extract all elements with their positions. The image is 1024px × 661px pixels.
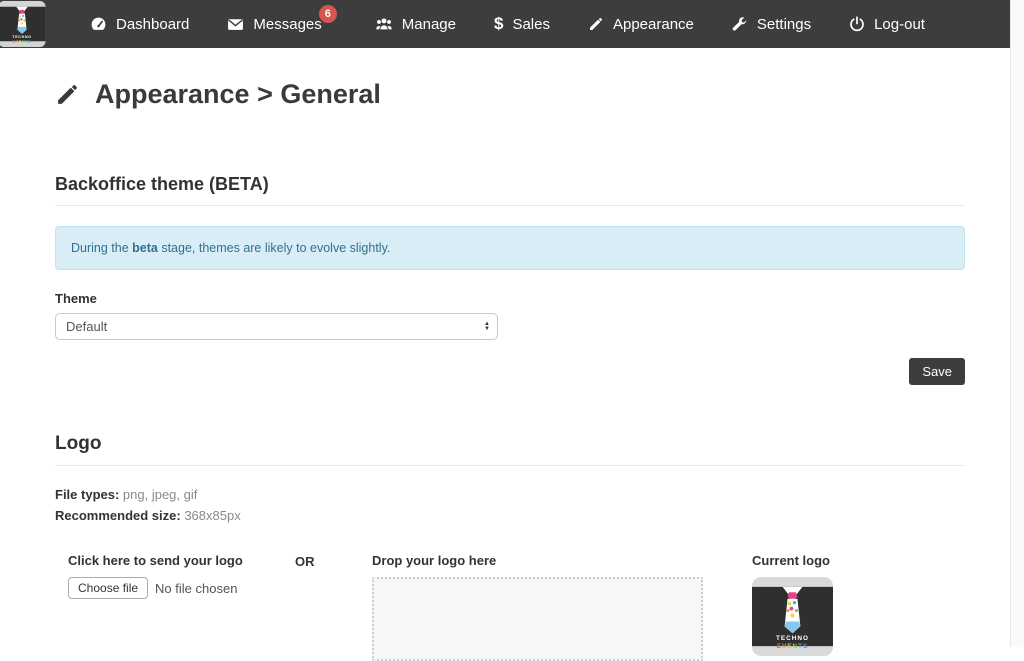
page-title: Appearance > General	[55, 79, 965, 110]
save-button[interactable]: Save	[909, 358, 965, 385]
file-types-line: File types: png, jpeg, gif	[55, 486, 965, 504]
drop-column: Drop your logo here	[372, 553, 703, 661]
nav-menu: Dashboard Messages 6	[71, 0, 944, 48]
drop-logo-label: Drop your logo here	[372, 553, 703, 568]
recommended-size-label: Recommended size:	[55, 508, 181, 523]
file-types-value: png, jpeg, gif	[119, 487, 197, 502]
users-icon	[375, 16, 393, 33]
pencil-icon	[588, 16, 604, 32]
nav-item-messages[interactable]: Messages 6	[208, 0, 355, 48]
nav-item-logout[interactable]: Log-out	[830, 0, 944, 48]
nav-item-sales[interactable]: $ Sales	[475, 0, 569, 48]
theme-select-wrap: Default ▲ ▼	[55, 313, 498, 340]
nav-label: Log-out	[874, 16, 925, 33]
theme-select[interactable]: Default	[55, 313, 498, 340]
nav-label: Sales	[512, 16, 550, 33]
upload-column: Click here to send your logo Choose file…	[68, 553, 295, 599]
logo-section-heading: Logo	[55, 433, 965, 455]
section-divider	[55, 465, 965, 466]
file-chosen-status: No file chosen	[155, 581, 237, 596]
nav-item-manage[interactable]: Manage	[356, 0, 475, 48]
dollar-icon: $	[494, 14, 503, 34]
nav-label: Messages	[253, 16, 321, 33]
nav-label: Dashboard	[116, 16, 189, 33]
nav-item-appearance[interactable]: Appearance	[569, 0, 713, 48]
techno-events-logo-icon: TECHNO EVENTS	[0, 1, 47, 47]
nav-item-dashboard[interactable]: Dashboard	[71, 0, 208, 48]
recommended-size-value: 368x85px	[181, 508, 241, 523]
logo-text-events: EVENTS	[13, 39, 31, 43]
dashboard-icon	[90, 16, 107, 33]
logo-dropzone[interactable]	[372, 577, 703, 661]
recommended-size-line: Recommended size: 368x85px	[55, 507, 965, 525]
current-logo-label: Current logo	[752, 553, 833, 568]
theme-field-label: Theme	[55, 291, 965, 306]
alert-text-prefix: During the	[71, 241, 132, 255]
messages-count-badge: 6	[319, 5, 337, 23]
beta-info-alert: During the beta stage, themes are likely…	[55, 226, 965, 270]
file-input-row: Choose file No file chosen	[68, 577, 295, 599]
main-content: Appearance > General Backoffice theme (B…	[55, 79, 965, 661]
power-icon	[849, 16, 865, 32]
nav-label: Appearance	[613, 16, 694, 33]
nav-label: Manage	[402, 16, 456, 33]
current-logo-image: TECHNO EVENTS	[752, 577, 833, 656]
save-row: Save	[55, 358, 965, 385]
file-types-label: File types:	[55, 487, 119, 502]
alert-text-suffix: stage, themes are likely to evolve sligh…	[158, 241, 391, 255]
wrench-icon	[732, 16, 748, 32]
logo-text-techno: TECHNO	[776, 635, 809, 642]
pencil-icon	[55, 82, 80, 107]
nav-label: Settings	[757, 16, 811, 33]
brand-logo[interactable]: TECHNO EVENTS	[0, 1, 47, 47]
envelope-icon	[227, 16, 244, 33]
choose-file-button[interactable]: Choose file	[68, 577, 148, 599]
logo-upload-row: Click here to send your logo Choose file…	[55, 553, 965, 661]
alert-text-bold: beta	[132, 241, 158, 255]
or-label: OR	[295, 553, 372, 569]
logo-requirements: File types: png, jpeg, gif Recommended s…	[55, 486, 965, 524]
send-logo-label: Click here to send your logo	[68, 553, 295, 568]
nav-item-settings[interactable]: Settings	[713, 0, 830, 48]
current-logo-column: Current logo TECHNO EVENTS	[752, 553, 833, 656]
top-navbar: TECHNO EVENTS Dashboard Messages	[0, 0, 1010, 48]
page-title-text: Appearance > General	[95, 79, 381, 110]
theme-section-heading: Backoffice theme (BETA)	[55, 174, 965, 195]
logo-text-techno: TECHNO	[12, 35, 31, 39]
scrollbar-track[interactable]	[1010, 0, 1024, 647]
section-divider	[55, 205, 965, 206]
